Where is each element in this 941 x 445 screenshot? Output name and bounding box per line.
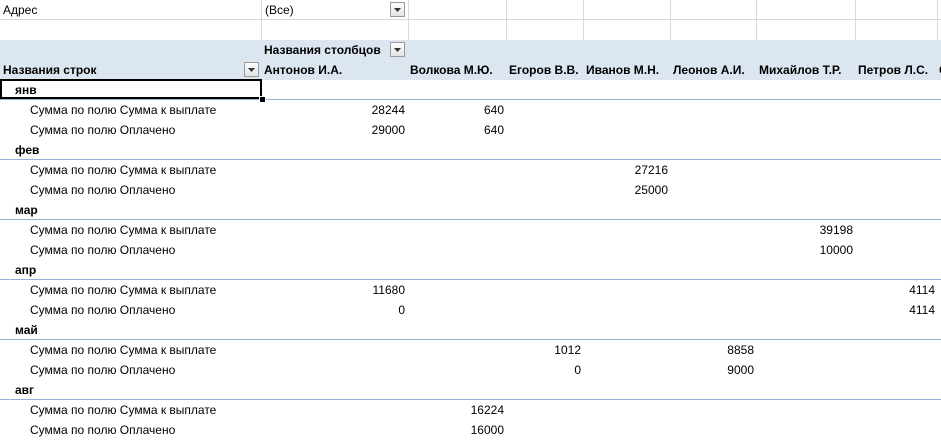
row-labels-header: Названия строк [3,63,97,77]
group-label: мар [15,203,38,217]
value-row[interactable]: Сумма по полю Оплачено 0 9000 [0,360,941,380]
column-header-4: Леонов А.И. [673,63,745,77]
value-cell[interactable]: 640 [424,120,504,140]
filter-value: (Все) [265,3,294,17]
value-cell[interactable]: 8858 [674,340,754,360]
value-cell[interactable]: 25000 [588,180,668,200]
fill-handle[interactable] [259,96,266,103]
row-label: Сумма по полю Оплачено [30,243,176,257]
group-label: авг [15,383,35,397]
value-cell[interactable]: 16224 [424,400,504,420]
value-row[interactable]: Сумма по полю Сумма к выплате 39198 [0,220,941,240]
value-cell[interactable]: 9000 [674,360,754,380]
row-label: Сумма по полю Оплачено [30,123,176,137]
column-header-1: Волкова М.Ю. [410,63,493,77]
group-row[interactable]: май [0,320,941,340]
value-row[interactable]: Сумма по полю Сумма к выплате 1012 8858 [0,340,941,360]
value-cell[interactable]: 1012 [501,340,581,360]
value-cell[interactable]: 10000 [773,240,853,260]
value-cell[interactable]: 39198 [773,220,853,240]
value-cell[interactable]: 29000 [325,120,405,140]
group-label: апр [15,263,37,277]
active-cell-selection[interactable] [0,79,262,99]
row-label: Сумма по полю Оплачено [30,423,176,437]
pivot-header: Названия столбцов Названия строк Антонов… [0,40,941,80]
value-cell[interactable]: 28244 [325,100,405,120]
row-label: Сумма по полю Сумма к выплате [30,223,217,237]
value-row[interactable]: Сумма по полю Сумма к выплате 16224 [0,400,941,420]
value-row[interactable]: Сумма по полю Оплачено 25000 [0,180,941,200]
group-row[interactable]: мар [0,200,941,220]
dropdown-arrow-icon [394,47,401,52]
value-cell[interactable]: 640 [424,100,504,120]
dropdown-arrow-icon [394,7,401,12]
dropdown-arrow-icon [248,67,255,72]
column-labels-header: Названия столбцов [264,43,381,57]
group-label: май [15,323,38,337]
value-row[interactable]: Сумма по полю Сумма к выплате 27216 [0,160,941,180]
value-row[interactable]: Сумма по полю Оплачено 0 4114 [0,300,941,320]
value-cell[interactable]: 27216 [588,160,668,180]
group-label: фев [15,143,40,157]
group-row[interactable]: фев [0,140,941,160]
group-row[interactable]: апр [0,260,941,280]
value-row[interactable]: Сумма по полю Оплачено 10000 [0,240,941,260]
filter-dropdown-button[interactable] [390,2,405,17]
column-header-6: Петров Л.С. [858,63,929,77]
row-label: Сумма по полю Оплачено [30,183,176,197]
value-cell[interactable]: 0 [501,360,581,380]
row-label: Сумма по полю Оплачено [30,363,176,377]
row-label: Сумма по полю Сумма к выплате [30,163,217,177]
value-cell[interactable]: 4114 [855,300,935,320]
report-filter: Адрес (Все) [0,0,941,20]
value-cell[interactable]: 4114 [855,280,935,300]
value-cell[interactable]: 0 [325,300,405,320]
row-label: Сумма по полю Оплачено [30,303,176,317]
value-row[interactable]: Сумма по полю Оплачено 29000 640 [0,120,941,140]
row-label: Сумма по полю Сумма к выплате [30,343,217,357]
row-label: Сумма по полю Сумма к выплате [30,403,217,417]
group-row[interactable]: авг [0,380,941,400]
value-row[interactable]: Сумма по полю Сумма к выплате 28244 640 [0,100,941,120]
row-label: Сумма по полю Сумма к выплате [30,283,217,297]
column-header-5: Михайлов Т.Р. [759,63,842,77]
value-cell[interactable]: 16000 [424,420,504,440]
filter-label: Адрес [3,3,38,17]
value-row[interactable]: Сумма по полю Сумма к выплате 11680 4114 [0,280,941,300]
value-cell[interactable]: 11680 [325,280,405,300]
column-labels-dropdown-button[interactable] [390,42,405,57]
value-row[interactable]: Сумма по полю Оплачено 16000 [0,420,941,440]
column-header-0: Антонов И.А. [264,63,343,77]
row-label: Сумма по полю Сумма к выплате [30,103,217,117]
row-labels-dropdown-button[interactable] [244,62,259,77]
column-header-3: Иванов М.Н. [586,63,660,77]
column-header-2: Егоров В.В. [509,63,579,77]
